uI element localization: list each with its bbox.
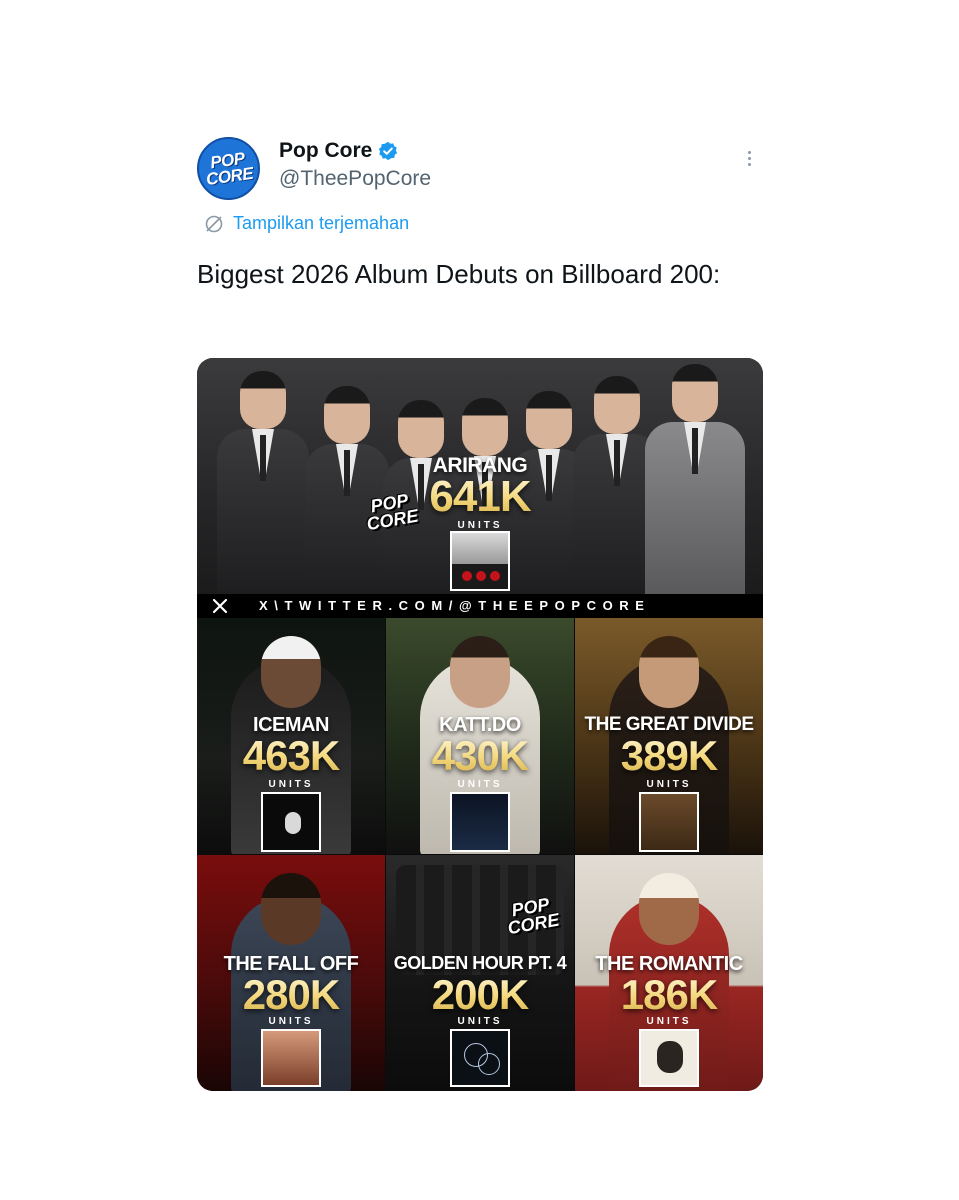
- units-label: UNITS: [457, 779, 503, 790]
- group-member: [217, 371, 309, 594]
- album-cover: [450, 531, 510, 591]
- units-label: UNITS: [268, 1016, 314, 1027]
- album-cell: KATT.DO 430K UNITS: [386, 618, 574, 854]
- name-row: Pop Core: [279, 139, 398, 163]
- avatar-logo-text: POP CORE: [204, 148, 255, 189]
- album-cover: [639, 1029, 699, 1087]
- units-value: 389K: [575, 734, 763, 778]
- album-cell: POP CORE GOLDEN HOUR PT. 4 200K UNITS: [386, 855, 574, 1091]
- feature-panel: POP CORE ARIRANG 641K UNITS: [197, 358, 763, 594]
- handle[interactable]: @TheePopCore: [279, 167, 431, 191]
- units-value: 463K: [197, 734, 385, 778]
- album-cell: ICEMAN 463K UNITS: [197, 618, 385, 854]
- tweet: POP CORE Pop Core @TheePopCore Tampilkan…: [0, 0, 959, 1200]
- album-cover: [450, 1029, 510, 1087]
- album-cell: THE GREAT DIVIDE 389K UNITS: [575, 618, 763, 854]
- feature-units-value: 641K: [380, 474, 580, 520]
- banner-text: X\TWITTER.COM/@THEEPOPCORE: [259, 598, 651, 613]
- album-cover: [261, 792, 321, 852]
- units-label: UNITS: [457, 1016, 503, 1027]
- units-value: 200K: [386, 973, 574, 1017]
- units-label: UNITS: [646, 1016, 692, 1027]
- feature-units-label: UNITS: [457, 520, 503, 531]
- album-cell: THE ROMANTIC 186K UNITS: [575, 855, 763, 1091]
- source-banner: X\TWITTER.COM/@THEEPOPCORE: [197, 594, 763, 618]
- units-value: 186K: [575, 973, 763, 1017]
- x-logo-icon: [212, 598, 228, 614]
- tweet-text: Biggest 2026 Album Debuts on Billboard 2…: [197, 259, 721, 289]
- translate-globe-icon: [205, 215, 223, 232]
- units-label: UNITS: [268, 779, 314, 790]
- album-cover: [639, 792, 699, 852]
- units-value: 430K: [386, 734, 574, 778]
- translate-link[interactable]: Tampilkan terjemahan: [204, 213, 409, 234]
- avatar[interactable]: POP CORE: [197, 137, 260, 200]
- album-cover: [450, 792, 510, 852]
- units-label: UNITS: [646, 779, 692, 790]
- album-cover: [261, 1029, 321, 1087]
- verified-badge-icon: [379, 141, 398, 161]
- translate-label: Tampilkan terjemahan: [233, 213, 410, 233]
- album-cell: THE FALL OFF 280K UNITS: [197, 855, 385, 1091]
- display-name[interactable]: Pop Core: [279, 139, 372, 163]
- units-value: 280K: [197, 973, 385, 1017]
- media-image[interactable]: POP CORE ARIRANG 641K UNITS X\TWITTER.CO…: [197, 358, 763, 1091]
- more-options-icon[interactable]: [741, 148, 757, 174]
- group-member: [645, 364, 745, 594]
